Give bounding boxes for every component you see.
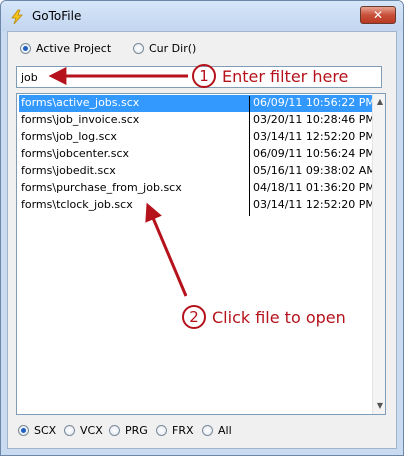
radio-type-vcx[interactable]: VCX — [64, 424, 103, 437]
file-row[interactable]: forms\active_jobs.scx 06/09/11 10:56:22 … — [19, 95, 375, 112]
file-row[interactable]: forms\jobedit.scx 05/16/11 09:38:02 AM — [19, 163, 376, 180]
file-date: 05/16/11 09:38:02 AM — [253, 164, 376, 177]
file-name: forms\job_log.scx — [21, 130, 117, 143]
file-date: 06/09/11 10:56:24 PM — [253, 147, 375, 160]
file-name: forms\job_invoice.scx — [21, 113, 140, 126]
file-row[interactable]: forms\jobcenter.scx 06/09/11 10:56:24 PM — [19, 146, 375, 163]
file-date: 06/09/11 10:56:22 PM — [253, 96, 375, 109]
file-row[interactable]: forms\tclock_job.scx 03/14/11 12:52:20 P… — [19, 197, 375, 214]
radio-label: SCX — [34, 424, 57, 437]
radio-type-prg[interactable]: PRG — [109, 424, 148, 437]
radio-button[interactable] — [109, 425, 120, 436]
radio-label: All — [218, 424, 232, 437]
vertical-scrollbar[interactable]: ▲ ▼ — [372, 94, 385, 414]
annotation-text-1: Enter filter here — [222, 67, 349, 86]
radio-button[interactable] — [133, 43, 144, 54]
radio-button[interactable] — [64, 425, 75, 436]
file-row[interactable]: forms\job_invoice.scx 03/20/11 10:28:46 … — [19, 112, 375, 129]
annotation-text-2: Click file to open — [212, 308, 346, 327]
file-name: forms\active_jobs.scx — [21, 96, 140, 109]
scroll-up-arrow-icon[interactable]: ▲ — [373, 94, 385, 110]
radio-cur-dir[interactable]: Cur Dir() — [133, 42, 196, 55]
dialog-body: Active Project Cur Dir() job forms\activ… — [7, 31, 397, 449]
lightning-icon — [11, 9, 23, 25]
radio-type-all[interactable]: All — [202, 424, 232, 437]
file-row[interactable]: forms\job_log.scx 03/14/11 12:52:20 PM — [19, 129, 375, 146]
radio-active-project[interactable]: Active Project — [20, 42, 111, 55]
radio-label: Active Project — [36, 42, 112, 55]
file-name: forms\purchase_from_job.scx — [21, 181, 182, 194]
close-button[interactable]: ✕ — [360, 6, 396, 24]
file-date: 03/14/11 12:52:20 PM — [253, 198, 375, 211]
radio-label: FRX — [172, 424, 194, 437]
file-date: 03/14/11 12:52:20 PM — [253, 130, 375, 143]
file-name: forms\jobcenter.scx — [21, 147, 130, 160]
radio-type-scx[interactable]: SCX — [18, 424, 56, 437]
radio-button[interactable] — [20, 43, 31, 54]
radio-label: PRG — [125, 424, 148, 437]
file-date: 03/20/11 10:28:46 PM — [253, 113, 375, 126]
close-icon: ✕ — [372, 8, 384, 22]
annotation-number-2: 2 — [182, 305, 206, 329]
filter-value: job — [21, 71, 38, 84]
scroll-down-arrow-icon[interactable]: ▼ — [373, 398, 385, 414]
radio-label: VCX — [80, 424, 103, 437]
title-bar[interactable]: GoToFile ✕ — [1, 1, 403, 31]
radio-button[interactable] — [18, 425, 29, 436]
radio-button[interactable] — [202, 425, 213, 436]
file-name: forms\jobedit.scx — [21, 164, 116, 177]
column-separator — [249, 96, 250, 216]
annotation-number-1: 1 — [192, 64, 216, 88]
file-list[interactable]: forms\active_jobs.scx 06/09/11 10:56:22 … — [16, 93, 386, 415]
radio-label: Cur Dir() — [149, 42, 197, 55]
file-row[interactable]: forms\purchase_from_job.scx 04/18/11 01:… — [19, 180, 375, 197]
window-title: GoToFile — [32, 9, 82, 23]
file-date: 04/18/11 01:36:20 PM — [253, 181, 375, 194]
radio-type-frx[interactable]: FRX — [156, 424, 194, 437]
radio-button[interactable] — [156, 425, 167, 436]
file-name: forms\tclock_job.scx — [21, 198, 133, 211]
